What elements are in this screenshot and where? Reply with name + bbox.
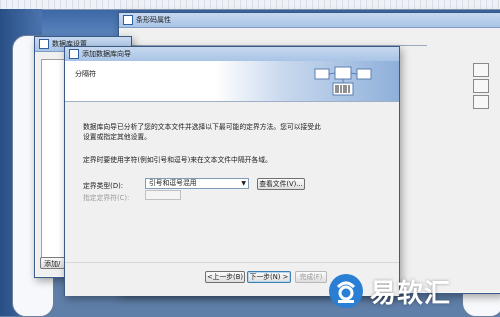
barcode-window-icon — [123, 15, 133, 25]
view-file-button[interactable]: 查看文件(V)... — [257, 178, 305, 190]
barcode-properties-titlebar[interactable]: 条形码属性 — [119, 13, 500, 28]
chevron-down-icon: ▼ — [241, 180, 246, 187]
data-source-icon[interactable] — [473, 63, 489, 77]
ruler — [0, 0, 500, 10]
keyboard-icon[interactable] — [473, 79, 489, 93]
back-button[interactable]: <上一步(B) — [205, 271, 245, 283]
database-graphic-icon — [314, 66, 372, 96]
wizard-description: 数据库向导已分析了您的文本文件并选择以下最可能的定界方法。您可以接受此设置或指定… — [83, 123, 321, 141]
barcode-properties-title: 条形码属性 — [136, 16, 171, 24]
specify-delimiter-input[interactable] — [145, 190, 181, 200]
delimiter-type-label: 定界类型(D): — [83, 182, 124, 190]
headset-icon[interactable] — [473, 95, 489, 109]
wizard-title: 添加数据库向导 — [82, 50, 131, 58]
database-window-icon — [39, 39, 49, 49]
delimiter-type-value: 引号和逗号混用 — [149, 179, 197, 187]
next-button[interactable]: 下一步(N) > — [247, 271, 291, 283]
delimiter-type-select[interactable]: 引号和逗号混用 ▼ — [145, 178, 249, 189]
add-database-wizard: 添加数据库向导 分隔符 数据库向导已分析了您的文本文件并选择以下最可能的定界方法… — [64, 46, 400, 296]
wizard-step-title: 分隔符 — [75, 70, 96, 78]
specify-delimiter-label: 指定定界符(C): — [83, 194, 130, 202]
watermark-text: 易软汇 — [370, 278, 452, 309]
wizard-header: 分隔符 — [65, 61, 399, 102]
wizard-window-icon — [69, 49, 79, 59]
finish-button[interactable]: 完成(F) — [295, 271, 327, 283]
wizard-hint: 定界时要使用字符(例如引号和逗号)来在文本文件中隔开各域。 — [83, 156, 272, 164]
watermark-logo-icon — [329, 274, 363, 308]
wizard-titlebar[interactable]: 添加数据库向导 — [65, 47, 399, 62]
watermark: 易软汇 — [328, 266, 498, 316]
barcode-tab-strip[interactable] — [127, 33, 427, 46]
